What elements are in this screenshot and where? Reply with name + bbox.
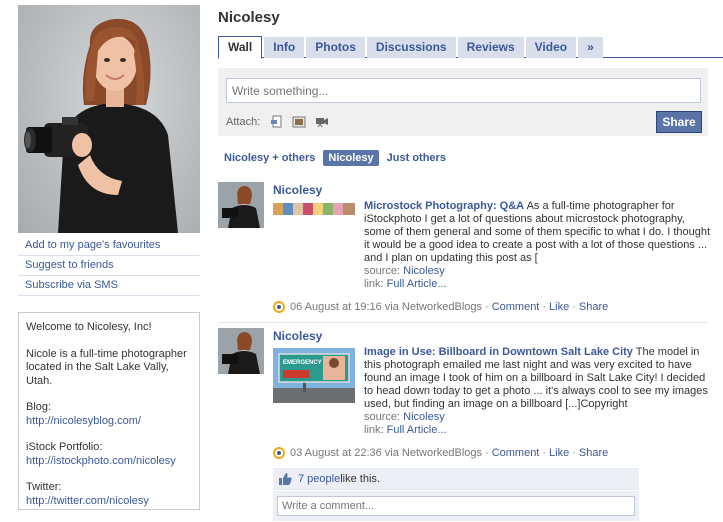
source-label: source: xyxy=(364,411,401,423)
comment-link[interactable]: Comment xyxy=(492,301,540,313)
write-something-input[interactable] xyxy=(226,78,701,103)
networkedblogs-icon xyxy=(273,447,285,459)
billboard-thumbnail[interactable]: EMERGENCY CARE xyxy=(273,348,355,406)
filter-page-plus-others[interactable]: Nicolesy + others xyxy=(224,150,320,166)
tab-discussions[interactable]: Discussions xyxy=(366,37,456,58)
post-date: 03 August at 22:36 via NetworkedBlogs xyxy=(290,447,483,459)
likers-link[interactable]: 7 people xyxy=(298,473,340,485)
likes-bar: 7 people like this. xyxy=(273,468,639,490)
thumbs-up-icon xyxy=(279,472,292,485)
comment-area xyxy=(273,491,639,521)
source-label: source: xyxy=(364,265,401,277)
post-title-link[interactable]: Microstock Photography: Q&A xyxy=(364,200,524,212)
tab-wall[interactable]: Wall xyxy=(218,36,263,59)
avatar[interactable] xyxy=(218,328,264,374)
subscribe-sms-link[interactable]: Subscribe via SMS xyxy=(18,276,200,296)
source-link[interactable]: Nicolesy xyxy=(403,265,445,277)
istock-link[interactable]: http://istockphoto.com/nicolesy xyxy=(26,455,176,467)
separator: · xyxy=(485,447,489,459)
post-footer: 03 August at 22:36 via NetworkedBlogs · … xyxy=(273,447,608,459)
profile-picture[interactable] xyxy=(18,5,200,233)
add-to-favourites-link[interactable]: Add to my page's favourites xyxy=(18,236,200,256)
tab-info[interactable]: Info xyxy=(264,37,305,58)
comment-input[interactable] xyxy=(277,496,635,516)
tab-more[interactable]: » xyxy=(578,37,603,58)
istock-section: iStock Portfolio: http://istockphoto.com… xyxy=(26,441,192,468)
welcome-text: Welcome to Nicolesy, Inc! xyxy=(26,321,152,333)
attach-label: Attach: xyxy=(226,115,261,128)
separator: · xyxy=(542,447,547,459)
istock-label: iStock Portfolio: xyxy=(26,441,103,453)
likes-suffix: like this. xyxy=(340,472,380,485)
post-body: Microstock Photography: Q&A As a full-ti… xyxy=(364,200,712,291)
full-article-link[interactable]: Full Article... xyxy=(387,424,447,436)
post-divider xyxy=(218,322,708,323)
post-title-link[interactable]: Image in Use: Billboard in Downtown Salt… xyxy=(364,346,633,358)
post-author-link[interactable]: Nicolesy xyxy=(273,329,322,343)
suggest-to-friends-link[interactable]: Suggest to friends xyxy=(18,256,200,276)
left-column: Add to my page's favourites Suggest to f… xyxy=(0,0,210,522)
wall-filters: Nicolesy + others Nicolesy Just others xyxy=(224,150,454,166)
tab-reviews[interactable]: Reviews xyxy=(457,37,524,58)
bio-text: Nicole is a full-time photographer locat… xyxy=(26,347,187,387)
link-label: link: xyxy=(364,424,384,436)
post-thumbnail-strip[interactable] xyxy=(273,202,355,219)
blog-label: Blog: xyxy=(26,401,52,413)
twitter-link[interactable]: http://twitter.com/nicolesy xyxy=(26,495,149,507)
comment-link[interactable]: Comment xyxy=(492,447,540,459)
post-author-link[interactable]: Nicolesy xyxy=(273,183,322,197)
separator: · xyxy=(542,301,547,313)
blog-link[interactable]: http://nicolesyblog.com/ xyxy=(26,415,141,427)
tab-photos[interactable]: Photos xyxy=(306,37,365,58)
profile-actions: Add to my page's favourites Suggest to f… xyxy=(18,236,200,296)
twitter-label: Twitter: xyxy=(26,481,62,493)
video-attach-icon[interactable] xyxy=(315,115,329,128)
like-link[interactable]: Like xyxy=(549,447,569,459)
attach-row: Attach: xyxy=(226,115,329,128)
share-button[interactable]: Share xyxy=(656,111,702,133)
composer: Attach: Share xyxy=(218,68,708,136)
like-link[interactable]: Like xyxy=(549,301,569,313)
filter-just-others[interactable]: Just others xyxy=(382,150,451,166)
twitter-section: Twitter: http://twitter.com/nicolesy xyxy=(26,481,192,508)
post-body: Image in Use: Billboard in Downtown Salt… xyxy=(364,346,712,437)
page-title: Nicolesy xyxy=(218,9,280,26)
link-label: link: xyxy=(364,278,384,290)
filter-page-only[interactable]: Nicolesy xyxy=(323,150,379,166)
photo-attach-icon[interactable] xyxy=(292,115,306,128)
share-link[interactable]: Share xyxy=(579,301,608,313)
post-footer: 06 August at 19:16 via NetworkedBlogs · … xyxy=(273,301,608,313)
source-link[interactable]: Nicolesy xyxy=(403,411,445,423)
blog-section: Blog: http://nicolesyblog.com/ xyxy=(26,401,192,428)
link-attach-icon[interactable] xyxy=(269,115,283,128)
full-article-link[interactable]: Full Article... xyxy=(387,278,447,290)
post-date: 06 August at 19:16 via NetworkedBlogs xyxy=(290,301,483,313)
tab-bar: Wall Info Photos Discussions Reviews Vid… xyxy=(218,36,723,59)
separator: · xyxy=(572,447,576,459)
separator: · xyxy=(572,301,576,313)
tab-video[interactable]: Video xyxy=(525,37,577,58)
info-box: Welcome to Nicolesy, Inc! Nicole is a fu… xyxy=(18,312,200,510)
profile-photo-illustration xyxy=(24,18,178,233)
avatar[interactable] xyxy=(218,182,264,228)
networkedblogs-icon xyxy=(273,301,285,313)
share-link[interactable]: Share xyxy=(579,447,608,459)
separator: · xyxy=(485,301,489,313)
